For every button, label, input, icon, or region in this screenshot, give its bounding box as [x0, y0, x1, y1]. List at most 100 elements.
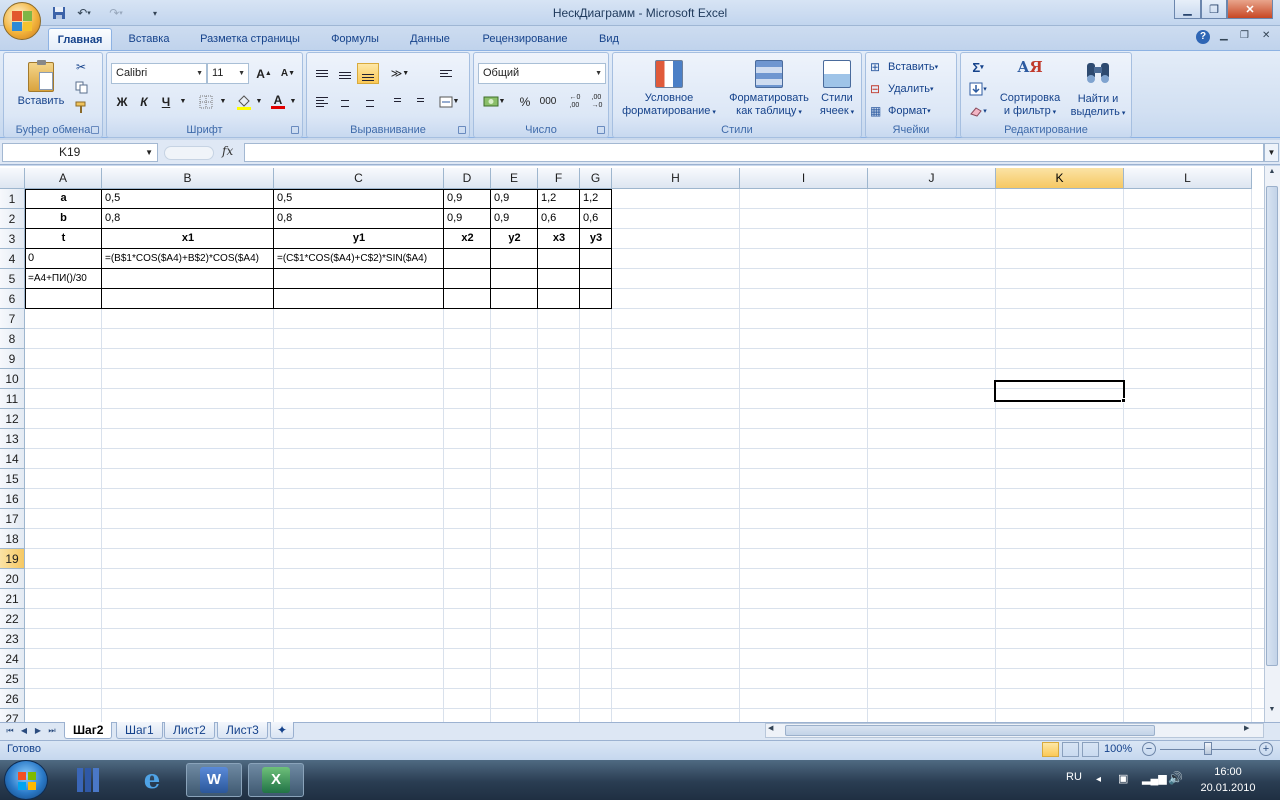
grow-font-icon[interactable]: A ▲	[253, 63, 275, 84]
row-header-4[interactable]: 4	[0, 249, 25, 269]
insert-cells-button[interactable]: ⊞ Вставить ▾	[870, 57, 954, 77]
clock-time[interactable]: 16:00	[1198, 766, 1258, 778]
cell-b3[interactable]: x1	[103, 229, 273, 248]
row-header-9[interactable]: 9	[0, 349, 25, 369]
clear-icon[interactable]: ▾	[965, 101, 991, 121]
cell-d3[interactable]: x2	[445, 229, 490, 248]
insert-sheet-icon[interactable]: ✦	[270, 722, 295, 739]
row-header-14[interactable]: 14	[0, 449, 25, 469]
sheet-tab-shag2[interactable]: Шаг2	[64, 722, 113, 739]
row-header-23[interactable]: 23	[0, 629, 25, 649]
column-header-l[interactable]: L	[1124, 168, 1252, 189]
column-header-c[interactable]: C	[274, 168, 444, 189]
device-icon[interactable]: ▣	[1118, 772, 1128, 785]
align-middle-icon[interactable]	[334, 63, 356, 84]
expand-formula-bar-icon[interactable]: ▼	[1264, 143, 1279, 162]
align-right-icon[interactable]	[357, 91, 379, 112]
align-bottom-icon[interactable]	[357, 63, 379, 84]
cut-icon[interactable]: ✂	[72, 59, 90, 75]
cell-e2[interactable]: 0,9	[492, 209, 537, 228]
worksheet[interactable]: ABCDEFGHIJKL 1 2 3 4 5 6 7 8 9 10 11 12 13 14 15 16 17 18…	[0, 166, 1280, 722]
row-header-22[interactable]: 22	[0, 609, 25, 629]
italic-button[interactable]: К	[133, 91, 155, 112]
scroll-right-icon[interactable]: ▶	[1244, 724, 1256, 732]
taskbar-excel-icon[interactable]: X	[248, 763, 304, 797]
tab-data[interactable]: Данные	[398, 28, 462, 50]
chevron-down-icon[interactable]: ▼	[287, 91, 299, 112]
paste-button[interactable]: Вставить	[10, 57, 72, 113]
language-indicator[interactable]: RU	[1066, 771, 1082, 783]
minimize-button[interactable]: ▁	[1174, 0, 1201, 19]
cell-f2[interactable]: 0,6	[539, 209, 579, 228]
volume-icon[interactable]: 🔊	[1168, 771, 1183, 785]
row-header-13[interactable]: 13	[0, 429, 25, 449]
cell-e1[interactable]: 0,9	[492, 189, 537, 208]
cell-b2[interactable]: 0,8	[103, 209, 273, 228]
sort-filter-button[interactable]: АЯ Сортировка и фильтр ▾	[995, 57, 1065, 121]
taskbar-library-icon[interactable]	[62, 763, 118, 797]
cell-f3[interactable]: x3	[539, 229, 579, 248]
row-header-17[interactable]: 17	[0, 509, 25, 529]
column-header-e[interactable]: E	[491, 168, 538, 189]
clock-date[interactable]: 20.01.2010	[1198, 782, 1258, 794]
sheet-tab-shag1[interactable]: Шаг1	[116, 722, 163, 739]
cell-g3[interactable]: y3	[581, 229, 611, 248]
row-header-19[interactable]: 19	[0, 549, 25, 569]
row-header-20[interactable]: 20	[0, 569, 25, 589]
column-header-d[interactable]: D	[444, 168, 491, 189]
row-header-16[interactable]: 16	[0, 489, 25, 509]
sheet-tab-list3[interactable]: Лист3	[217, 722, 268, 739]
tab-page-layout[interactable]: Разметка страницы	[188, 28, 312, 50]
cell-c2[interactable]: 0,8	[275, 209, 443, 228]
close-button[interactable]: ✕	[1227, 0, 1273, 19]
column-header-h[interactable]: H	[612, 168, 740, 189]
scroll-down-icon[interactable]: ▼	[1266, 706, 1278, 720]
chevron-down-icon[interactable]: ▼	[217, 91, 229, 112]
prev-sheet-icon[interactable]: ◀	[18, 724, 30, 738]
row-header-1[interactable]: 1	[0, 189, 25, 209]
select-all-corner[interactable]	[0, 168, 25, 189]
row-header-24[interactable]: 24	[0, 649, 25, 669]
column-header-f[interactable]: F	[538, 168, 580, 189]
tab-home[interactable]: Главная	[48, 28, 112, 50]
column-header-i[interactable]: I	[740, 168, 868, 189]
active-cell-selection[interactable]	[994, 380, 1125, 402]
autosum-icon[interactable]: Σ ▾	[965, 57, 991, 77]
font-size-combo[interactable]: 11 ▼	[207, 63, 249, 84]
zoom-slider-thumb[interactable]	[1204, 742, 1212, 755]
cell-c3[interactable]: y1	[275, 229, 443, 248]
comma-style-button[interactable]: 000	[536, 91, 560, 112]
cell-e3[interactable]: y2	[492, 229, 537, 248]
network-icon[interactable]: ▂▄▆	[1142, 772, 1167, 785]
format-as-table-button[interactable]: Форматировать как таблицу ▾	[723, 57, 815, 121]
align-top-icon[interactable]	[311, 63, 333, 84]
row-header-12[interactable]: 12	[0, 409, 25, 429]
row-header-25[interactable]: 25	[0, 669, 25, 689]
tab-review[interactable]: Рецензирование	[470, 28, 580, 50]
tab-formulas[interactable]: Формулы	[320, 28, 390, 50]
currency-icon[interactable]: ▼	[478, 91, 510, 112]
cell-c1[interactable]: 0,5	[275, 189, 443, 208]
start-button[interactable]	[4, 760, 48, 800]
row-header-7[interactable]: 7	[0, 309, 25, 329]
delete-cells-button[interactable]: ⊟ Удалить ▾	[870, 79, 954, 99]
chevron-down-icon[interactable]: ▼	[177, 91, 189, 112]
fill-color-icon[interactable]	[233, 91, 255, 112]
cell-c4[interactable]: =(C$1*COS($A4)+C$2)*SIN($A4)	[275, 249, 675, 268]
ribbon-restore-icon[interactable]: ❐	[1240, 30, 1249, 41]
row-header-15[interactable]: 15	[0, 469, 25, 489]
align-center-icon[interactable]	[334, 91, 356, 112]
sheet-tab-list2[interactable]: Лист2	[164, 722, 215, 739]
ribbon-close-icon[interactable]: ✕	[1262, 30, 1270, 41]
vertical-scroll-thumb[interactable]	[1266, 186, 1278, 666]
cell-d2[interactable]: 0,9	[445, 209, 490, 228]
insert-function-icon[interactable]: fx	[222, 144, 233, 158]
column-header-a[interactable]: A	[25, 168, 102, 189]
dialog-launcher-icon[interactable]	[291, 126, 299, 134]
tab-insert[interactable]: Вставка	[118, 28, 180, 50]
next-sheet-icon[interactable]: ▶	[32, 724, 44, 738]
column-header-b[interactable]: B	[102, 168, 274, 189]
font-name-combo[interactable]: Calibri ▼	[111, 63, 207, 84]
page-break-view-icon[interactable]	[1082, 742, 1099, 757]
tab-view[interactable]: Вид	[588, 28, 630, 50]
